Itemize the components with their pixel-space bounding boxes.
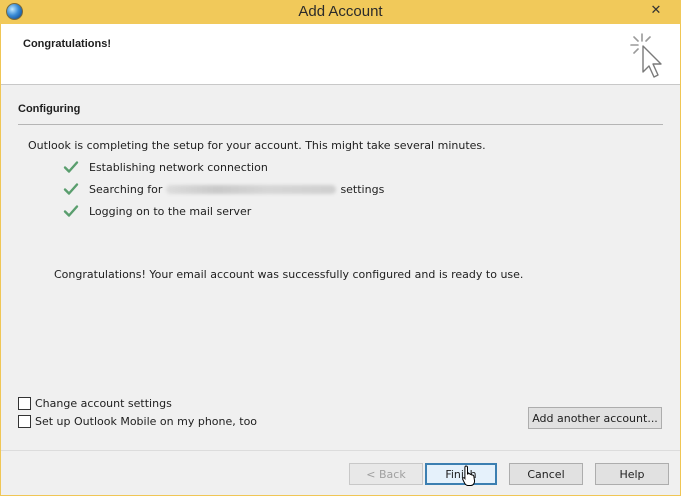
- dialog-header: Congratulations!: [1, 24, 680, 85]
- title-bar: Add Account ✕: [0, 0, 681, 24]
- dialog-body: Congratulations! Configuring Outlook is …: [1, 24, 680, 495]
- help-button[interactable]: Help: [595, 463, 669, 485]
- step-logon: Logging on to the mail server: [63, 203, 251, 219]
- section-divider: [18, 124, 663, 125]
- step-label-prefix: Searching for: [89, 182, 163, 196]
- success-message: Congratulations! Your email account was …: [54, 268, 524, 281]
- close-icon: ✕: [650, 2, 662, 18]
- step-label: Logging on to the mail server: [89, 204, 252, 218]
- change-settings-label[interactable]: Change account settings: [35, 397, 172, 410]
- back-button[interactable]: < Back: [349, 463, 423, 485]
- change-settings-checkbox[interactable]: [18, 396, 31, 410]
- outlook-mobile-label[interactable]: Set up Outlook Mobile on my phone, too: [35, 415, 257, 428]
- close-button[interactable]: ✕: [639, 0, 673, 20]
- checkmark-icon: [63, 161, 79, 173]
- outlook-mobile-checkbox[interactable]: [18, 414, 31, 428]
- header-title: Congratulations!: [23, 38, 111, 50]
- footer-divider: [1, 450, 680, 451]
- section-title: Configuring: [18, 103, 81, 115]
- finish-button[interactable]: Finish: [425, 463, 497, 485]
- hand-cursor-icon: [462, 465, 476, 486]
- step-network: Establishing network connection: [63, 159, 268, 175]
- step-label-suffix: settings: [340, 182, 385, 196]
- window-title: Add Account: [298, 3, 383, 20]
- change-settings-option[interactable]: Change account settings: [18, 395, 172, 411]
- checkmark-icon: [63, 205, 79, 217]
- step-label: Establishing network connection: [89, 160, 268, 174]
- intro-text: Outlook is completing the setup for your…: [28, 139, 486, 152]
- cancel-button[interactable]: Cancel: [509, 463, 583, 485]
- step-searching: Searching for settings: [63, 181, 384, 197]
- checkmark-icon: [63, 183, 79, 195]
- add-another-account-button[interactable]: Add another account...: [528, 407, 662, 429]
- outlook-mobile-option[interactable]: Set up Outlook Mobile on my phone, too: [18, 413, 257, 429]
- sparkle-cursor-icon: [630, 33, 662, 78]
- redacted-email: [166, 184, 337, 194]
